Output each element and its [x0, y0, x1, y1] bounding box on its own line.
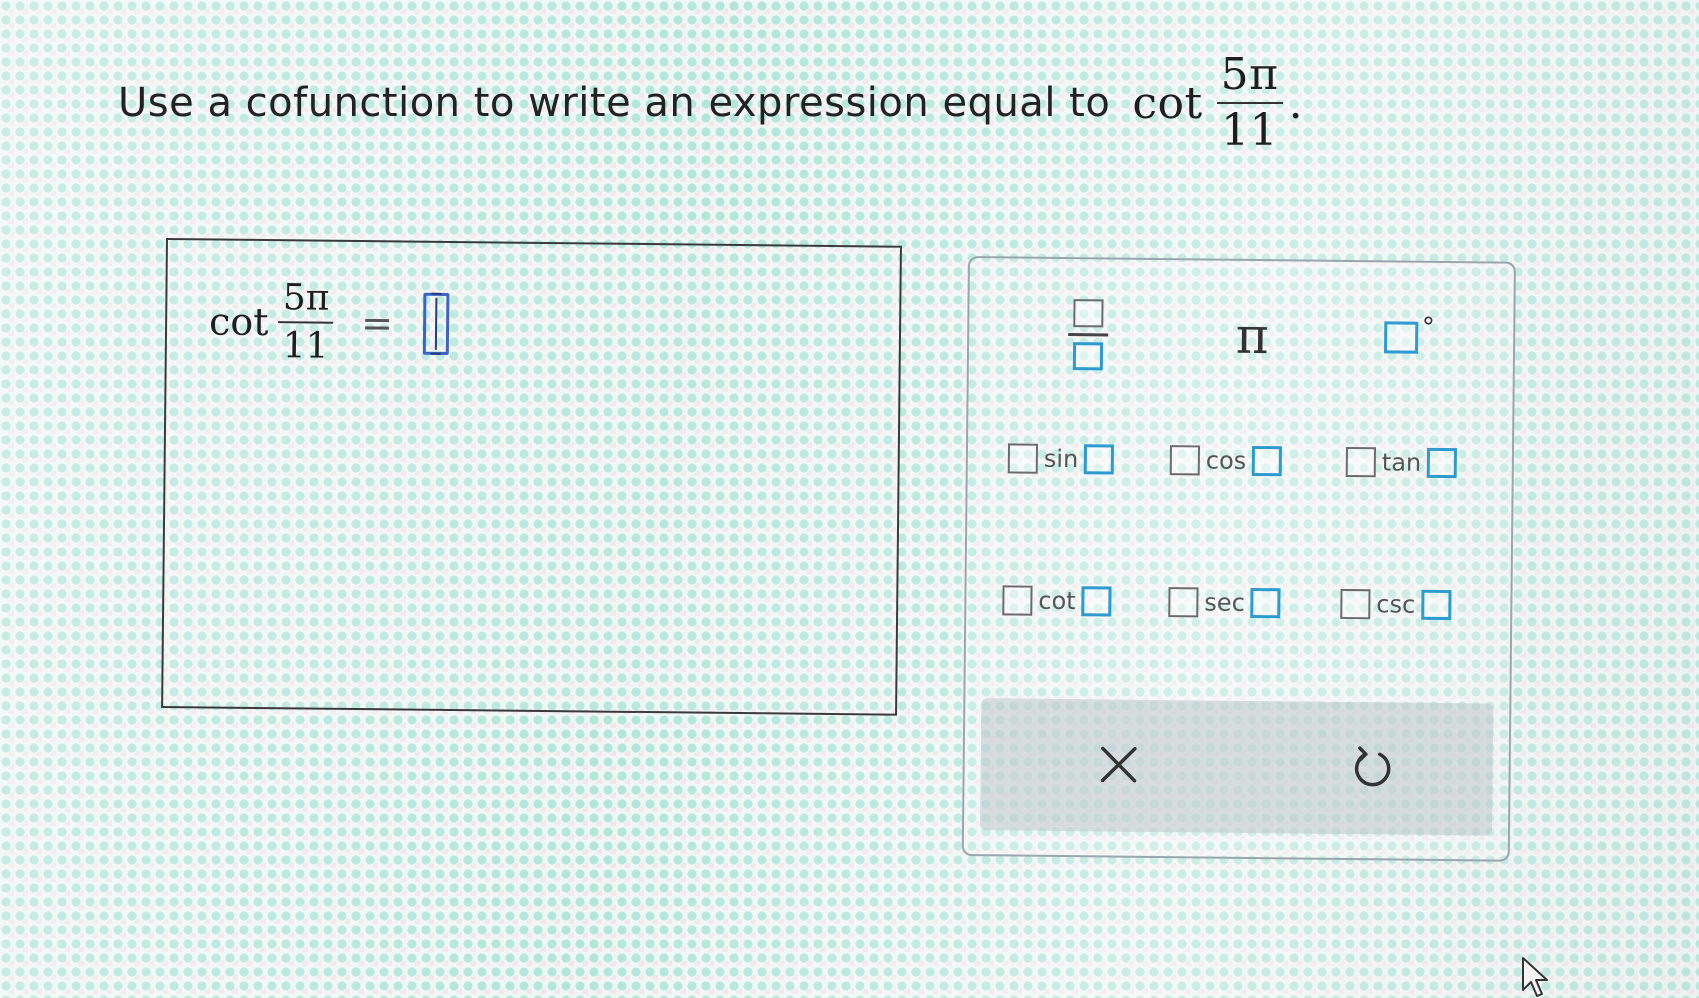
denominator-placeholder-icon	[1072, 341, 1104, 370]
fraction-bar	[1216, 102, 1283, 105]
answer-fraction: 5π 11	[278, 277, 334, 367]
sin-label: sin	[1043, 444, 1079, 474]
argument-placeholder-icon	[1250, 587, 1282, 619]
fraction-bar-icon	[1068, 332, 1109, 336]
exponent-placeholder-icon	[1340, 588, 1371, 620]
cos-button[interactable]: cos	[1169, 436, 1283, 485]
argument-placeholder-icon	[1252, 445, 1283, 477]
undo-button[interactable]	[1332, 732, 1413, 803]
question-func: cot	[1132, 77, 1203, 129]
csc-label: csc	[1376, 590, 1416, 619]
exponent-placeholder-icon	[1007, 443, 1039, 474]
argument-placeholder-icon	[1084, 444, 1115, 475]
sec-label: sec	[1204, 588, 1245, 617]
pi-button[interactable]: π	[1217, 301, 1288, 372]
placeholder-icon	[1383, 321, 1418, 354]
answer-area[interactable]: cot 5π 11 =	[161, 238, 902, 716]
degree-icon: °	[1421, 312, 1435, 343]
close-icon	[1100, 746, 1137, 783]
question-period: .	[1288, 77, 1304, 129]
sin-button[interactable]: sin	[1007, 434, 1115, 483]
cot-button[interactable]: cot	[1002, 576, 1112, 625]
clear-button[interactable]	[1078, 729, 1159, 800]
question-prompt: Use a cofunction to write an expression …	[118, 49, 1304, 157]
cos-label: cos	[1205, 446, 1247, 475]
question-expression: cot 5π 11 .	[1132, 49, 1304, 157]
mouse-pointer-icon	[1522, 957, 1548, 997]
exponent-placeholder-icon	[1168, 587, 1199, 618]
equals-sign: =	[360, 300, 394, 346]
tan-label: tan	[1381, 448, 1422, 477]
question-numerator: 5π	[1220, 49, 1279, 100]
numerator-placeholder-icon	[1073, 298, 1104, 327]
question-denominator: 11	[1221, 105, 1279, 157]
exponent-placeholder-icon	[1169, 445, 1201, 476]
argument-placeholder-icon	[1421, 589, 1452, 621]
screen: Use a cofunction to write an expression …	[0, 0, 1699, 998]
degree-button[interactable]: °	[1369, 302, 1450, 373]
text-cursor	[434, 297, 438, 350]
math-palette: π ° sin cos tan cot sec csc	[961, 256, 1516, 862]
answer-denominator: 11	[282, 325, 329, 367]
fraction-button[interactable]	[1053, 289, 1124, 380]
answer-input-slot[interactable]	[422, 292, 450, 355]
argument-placeholder-icon	[1427, 447, 1458, 479]
cot-label: cot	[1038, 586, 1076, 616]
question-fraction: 5π 11	[1216, 49, 1283, 157]
argument-placeholder-icon	[1081, 586, 1112, 617]
action-bar	[979, 698, 1494, 836]
csc-button[interactable]: csc	[1340, 580, 1452, 629]
answer-expression: cot 5π 11 =	[208, 277, 450, 367]
tan-button[interactable]: tan	[1345, 438, 1458, 487]
fraction-bar	[278, 320, 334, 324]
question-text: Use a cofunction to write an expression …	[118, 80, 1111, 127]
exponent-placeholder-icon	[1345, 446, 1377, 478]
exponent-placeholder-icon	[1002, 585, 1033, 616]
answer-numerator: 5π	[282, 277, 330, 319]
undo-icon	[1354, 746, 1391, 787]
answer-func: cot	[208, 299, 269, 344]
sec-button[interactable]: sec	[1168, 578, 1282, 627]
pi-icon: π	[1235, 306, 1269, 366]
